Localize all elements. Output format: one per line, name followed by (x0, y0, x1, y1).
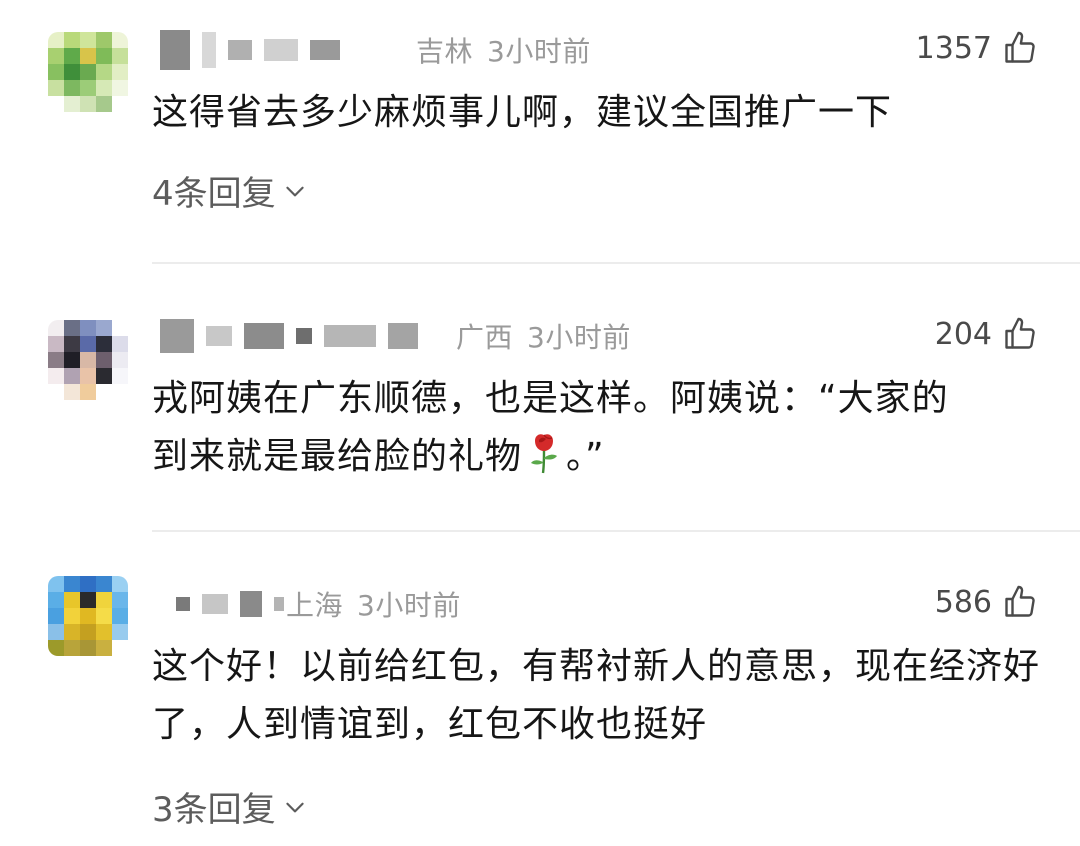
avatar[interactable] (48, 32, 128, 112)
thumbs-up-icon (1005, 31, 1035, 63)
chevron-down-icon (285, 802, 304, 812)
timestamp: 3小时前 (357, 589, 461, 622)
comment-item: 吉林 3小时前 1357 这得省去多少麻烦事儿啊，建议全国推广一下 4条回复 (0, 0, 1080, 262)
comment-meta: 吉林 3小时前 (416, 30, 591, 70)
like-count: 204 (934, 316, 992, 352)
like-button[interactable]: 204 (935, 316, 1038, 352)
timestamp: 3小时前 (487, 35, 591, 68)
replies-label: 4条回复 (152, 174, 276, 214)
rose-emoji-icon (531, 434, 558, 474)
comment-item: 上海 3小时前 586 这个好！以前给红包，有帮衬新人的意思，现在经济好了，人到情… (0, 532, 1080, 846)
comment-text-fragment: 。” (566, 436, 605, 477)
like-count: 1357 (915, 30, 992, 66)
comment-text: 戎阿姨在广东顺德，也是这样。阿姨说：“大家的 到来就是最给脸的礼物 。” (152, 370, 1042, 486)
location-label: 上海 (286, 589, 344, 622)
comment-meta: 上海 3小时前 (286, 584, 461, 624)
comment-text-line: 到来就是最给脸的礼物 。” (152, 428, 1042, 486)
timestamp: 3小时前 (527, 321, 631, 354)
comment-text-fragment: 到来就是最给脸的礼物 (152, 436, 523, 477)
location-label: 吉林 (416, 35, 474, 68)
avatar[interactable] (48, 320, 128, 400)
chevron-down-icon (285, 186, 304, 196)
replies-toggle[interactable]: 4条回复 (152, 166, 308, 215)
comment-text: 这得省去多少麻烦事儿啊，建议全国推广一下 (152, 92, 893, 133)
like-button[interactable]: 1357 (916, 30, 1038, 66)
username-redacted[interactable] (160, 316, 418, 356)
replies-label: 3条回复 (152, 790, 276, 830)
username-redacted[interactable] (160, 30, 340, 70)
thumbs-up-icon (1005, 585, 1035, 617)
location-label: 广西 (456, 321, 514, 354)
like-button[interactable]: 586 (935, 584, 1038, 620)
username-redacted[interactable] (176, 584, 284, 624)
comment-text-line: 戎阿姨在广东顺德，也是这样。阿姨说：“大家的 (152, 378, 949, 419)
thumbs-up-icon (1005, 317, 1035, 349)
comment-meta: 广西 3小时前 (456, 316, 631, 356)
like-count: 586 (934, 584, 992, 620)
comment-item: 广西 3小时前 204 戎阿姨在广东顺德，也是这样。阿姨说：“大家的 到来就是最给… (0, 264, 1080, 530)
avatar[interactable] (48, 576, 128, 656)
replies-toggle[interactable]: 3条回复 (152, 782, 308, 831)
comment-text: 这个好！以前给红包，有帮衬新人的意思，现在经济好了，人到情谊到，红包不收也挺好 (152, 646, 1041, 745)
